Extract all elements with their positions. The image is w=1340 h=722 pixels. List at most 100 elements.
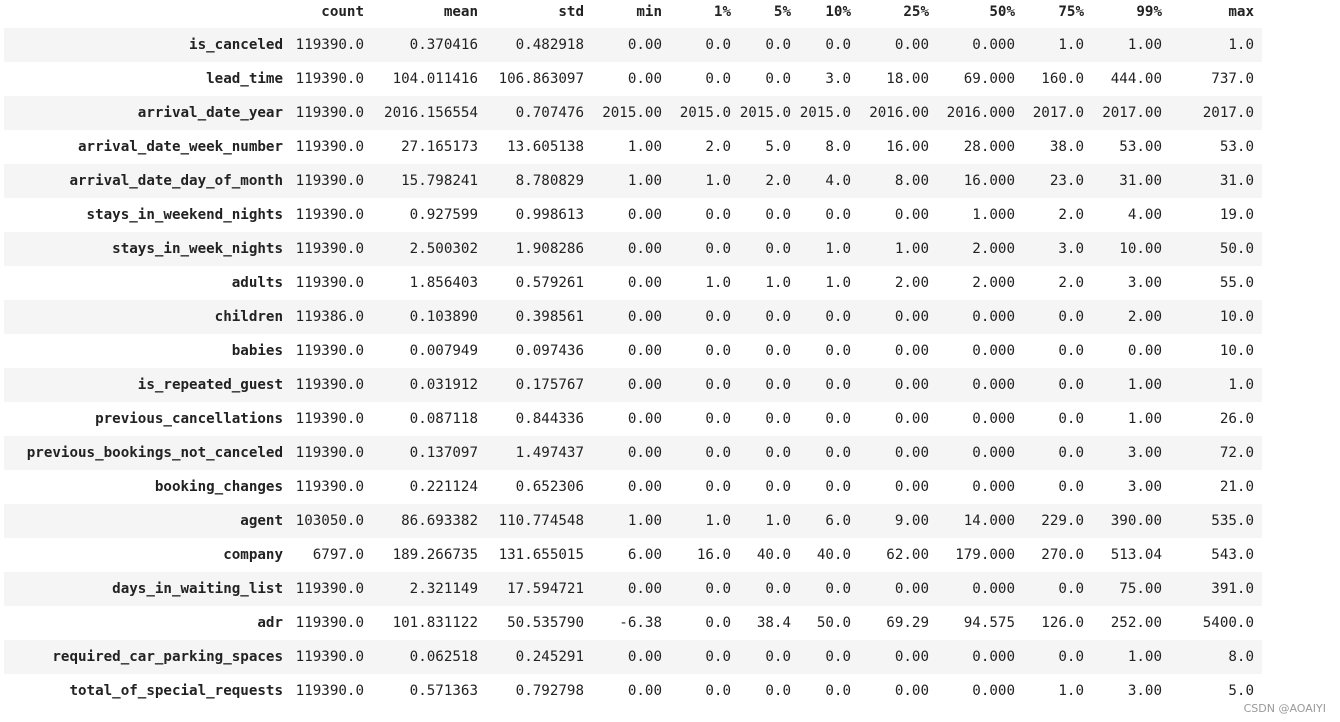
table-row: arrival_date_day_of_month 119390.0 15.7982… xyxy=(4,164,1262,198)
row-label: previous_cancellations xyxy=(95,411,283,427)
table-cell: 0.0 xyxy=(765,207,791,223)
table-cell: 3.00 xyxy=(1127,479,1162,495)
row-label: arrival_date_day_of_month xyxy=(69,173,283,189)
table-cell: 0.087118 xyxy=(409,411,478,427)
table-header: count mean std min 1% 5% 10% 25% 50% 75% 99% max xyxy=(4,0,1262,28)
table-cell: 0.103890 xyxy=(409,309,478,325)
table-cell: 1.00 xyxy=(627,173,662,189)
table-cell: 189.266735 xyxy=(392,547,478,563)
table-cell: 0.0 xyxy=(705,411,731,427)
table-cell: 0.00 xyxy=(627,71,662,87)
index-header xyxy=(4,0,290,28)
table-cell: 0.00 xyxy=(627,411,662,427)
table-cell: 119390.0 xyxy=(295,581,364,597)
table-cell: 21.0 xyxy=(1219,479,1254,495)
table-cell: 0.000 xyxy=(972,377,1015,393)
table-cell: 0.927599 xyxy=(409,207,478,223)
table-cell: 0.00 xyxy=(894,649,929,665)
table-cell: 119390.0 xyxy=(295,37,364,53)
table-cell: 0.0 xyxy=(825,343,851,359)
column-header: min xyxy=(636,4,662,20)
table-cell: 0.00 xyxy=(894,309,929,325)
table-cell: 391.0 xyxy=(1211,581,1254,597)
table-cell: 0.0 xyxy=(1058,445,1084,461)
table-cell: 101.831122 xyxy=(392,615,478,631)
table-cell: 2015.0 xyxy=(739,105,791,121)
table-cell: 0.00 xyxy=(627,445,662,461)
table-cell: 119390.0 xyxy=(295,275,364,291)
table-cell: 2016.00 xyxy=(869,105,929,121)
table-cell: 28.000 xyxy=(963,139,1015,155)
table-cell: 0.00 xyxy=(894,207,929,223)
table-cell: 5400.0 xyxy=(1202,615,1254,631)
table-cell: 3.0 xyxy=(1058,241,1084,257)
table-cell: 0.00 xyxy=(627,683,662,699)
table-cell: 0.0 xyxy=(1058,581,1084,597)
table-cell: 53.0 xyxy=(1219,139,1254,155)
table-cell: 1.00 xyxy=(627,139,662,155)
table-row: adr 119390.0 101.831122 50.535790 -6.38 0.0 38… xyxy=(4,606,1262,640)
table-cell: 0.0 xyxy=(765,343,791,359)
table-cell: 103050.0 xyxy=(295,513,364,529)
table-cell: 0.0 xyxy=(705,71,731,87)
table-cell: -6.38 xyxy=(619,615,662,631)
table-cell: 0.00 xyxy=(894,445,929,461)
table-row: previous_cancellations 119390.0 0.087118 0.… xyxy=(4,402,1262,436)
table-cell: 3.00 xyxy=(1127,683,1162,699)
table-cell: 0.0 xyxy=(765,649,791,665)
table-row: booking_changes 119390.0 0.221124 0.652306 0… xyxy=(4,470,1262,504)
table-row: babies 119390.0 0.007949 0.097436 0.00 0.0 0.0… xyxy=(4,334,1262,368)
table-cell: 0.0 xyxy=(705,343,731,359)
header-row: count mean std min 1% 5% 10% 25% 50% 75% 99% max xyxy=(4,0,1262,28)
table-cell: 0.0 xyxy=(705,445,731,461)
table-cell: 2.0 xyxy=(765,173,791,189)
table-cell: 1.0 xyxy=(825,275,851,291)
table-cell: 0.792798 xyxy=(515,683,584,699)
table-cell: 106.863097 xyxy=(498,71,584,87)
table-cell: 0.031912 xyxy=(409,377,478,393)
describe-table-container: count mean std min 1% 5% 10% 25% 50% 75% 99% max is… xyxy=(4,0,1262,708)
table-cell: 0.707476 xyxy=(515,105,584,121)
table-cell: 0.00 xyxy=(627,479,662,495)
table-cell: 2.500302 xyxy=(409,241,478,257)
table-cell: 2015.0 xyxy=(799,105,851,121)
table-cell: 2.000 xyxy=(972,241,1015,257)
table-cell: 75.00 xyxy=(1119,581,1162,597)
table-cell: 3.00 xyxy=(1127,275,1162,291)
table-cell: 16.00 xyxy=(886,139,929,155)
row-label: stays_in_week_nights xyxy=(112,241,283,257)
table-cell: 0.0 xyxy=(765,445,791,461)
table-cell: 119390.0 xyxy=(295,173,364,189)
table-cell: 31.00 xyxy=(1119,173,1162,189)
table-cell: 1.00 xyxy=(627,513,662,529)
table-cell: 513.04 xyxy=(1110,547,1162,563)
table-cell: 0.0 xyxy=(705,479,731,495)
table-cell: 8.0 xyxy=(825,139,851,155)
table-cell: 94.575 xyxy=(963,615,1015,631)
table-cell: 119390.0 xyxy=(295,479,364,495)
row-label: previous_bookings_not_canceled xyxy=(26,445,283,461)
table-row: total_of_special_requests 119390.0 0.57136… xyxy=(4,674,1262,708)
table-body: is_canceled 119390.0 0.370416 0.482918 0.00 0… xyxy=(4,28,1262,708)
table-cell: 0.097436 xyxy=(515,343,584,359)
table-cell: 0.00 xyxy=(894,343,929,359)
table-row: agent 103050.0 86.693382 110.774548 1.00 1.0 1… xyxy=(4,504,1262,538)
column-header: 1% xyxy=(713,4,731,20)
column-header: 5% xyxy=(773,4,791,20)
table-cell: 0.0 xyxy=(705,683,731,699)
table-cell: 0.000 xyxy=(972,37,1015,53)
table-cell: 2017.0 xyxy=(1032,105,1084,121)
table-cell: 0.00 xyxy=(627,581,662,597)
table-cell: 0.0 xyxy=(705,581,731,597)
table-cell: 0.0 xyxy=(825,207,851,223)
table-cell: 1.0 xyxy=(1228,37,1254,53)
row-label: is_canceled xyxy=(189,37,283,53)
table-cell: 14.000 xyxy=(963,513,1015,529)
table-cell: 0.0 xyxy=(705,37,731,53)
table-cell: 6797.0 xyxy=(312,547,364,563)
table-cell: 444.00 xyxy=(1110,71,1162,87)
table-cell: 0.0 xyxy=(705,309,731,325)
table-cell: 0.0 xyxy=(1058,309,1084,325)
table-cell: 0.0 xyxy=(825,309,851,325)
table-cell: 0.00 xyxy=(627,207,662,223)
